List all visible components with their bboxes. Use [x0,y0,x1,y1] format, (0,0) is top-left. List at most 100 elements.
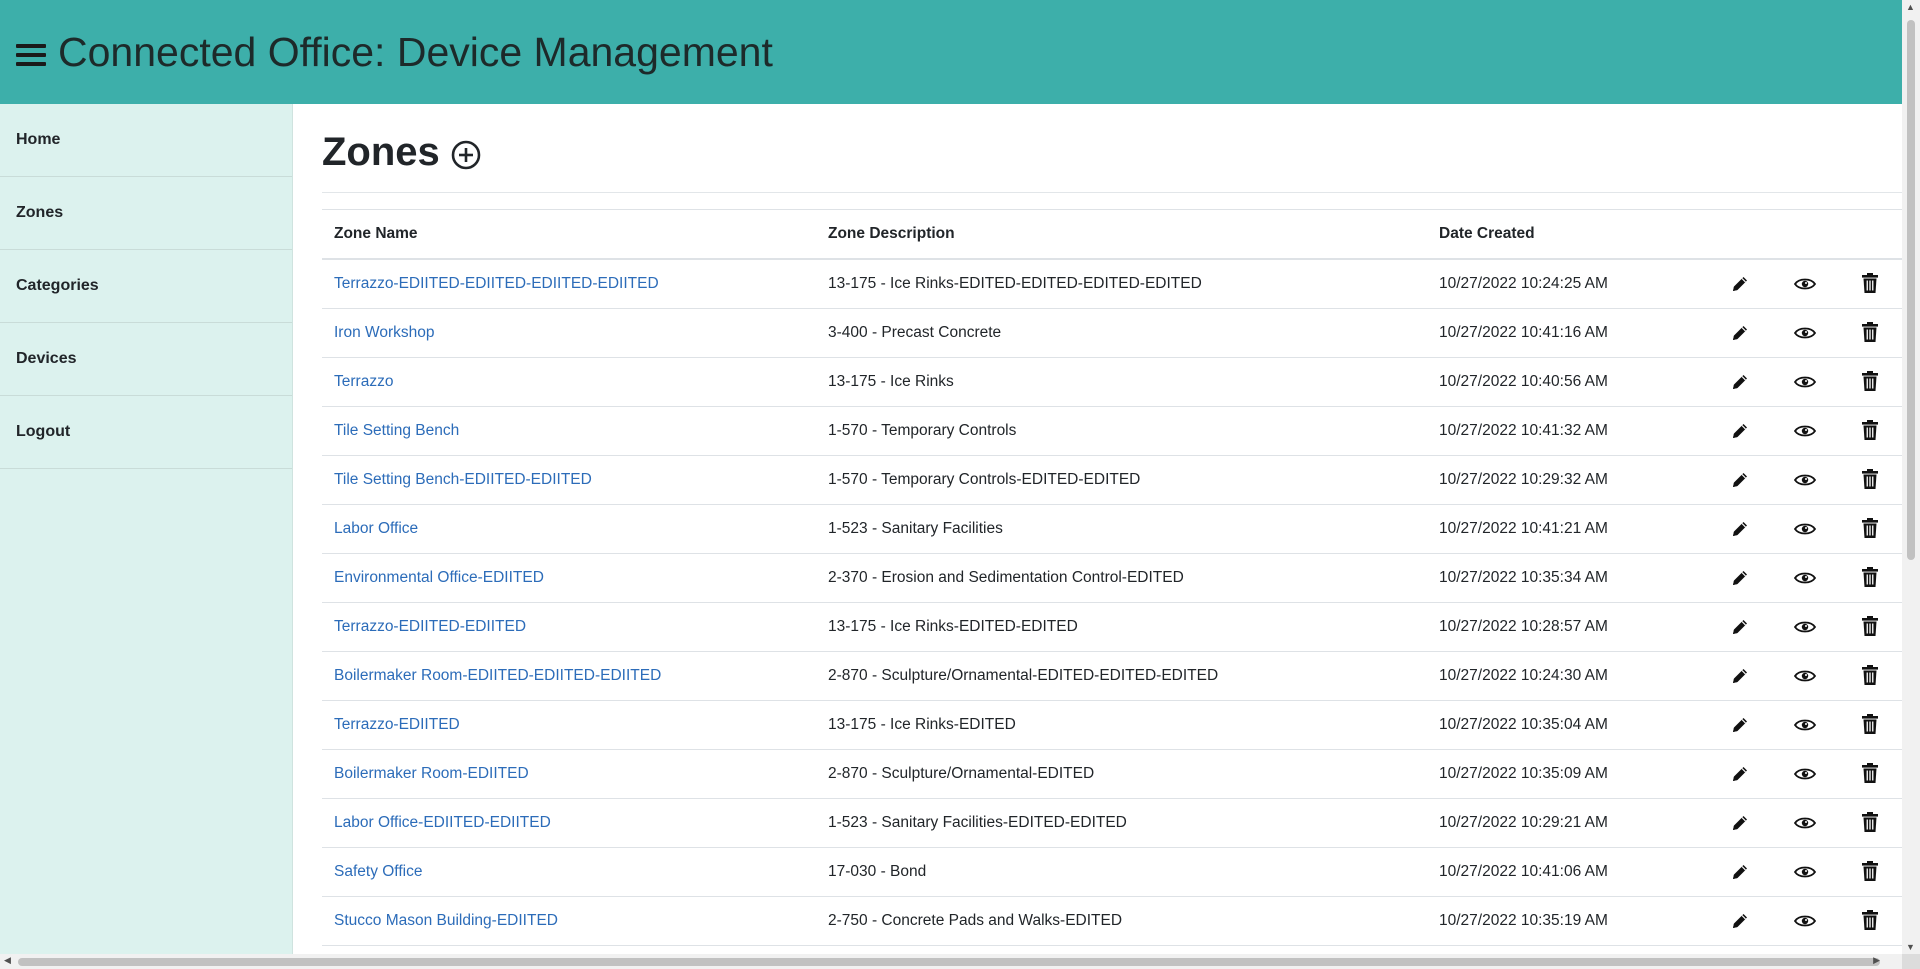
pencil-icon[interactable] [1726,466,1754,494]
zone-name-link[interactable]: Boilermaker Room-EDIITED-EDIITED-EDIITED [334,667,661,684]
eye-icon[interactable] [1791,907,1819,935]
pencil-icon[interactable] [1726,711,1754,739]
edit-button-cell [1707,553,1772,603]
eye-icon[interactable] [1791,466,1819,494]
pencil-icon[interactable] [1726,417,1754,445]
edit-button-cell [1707,798,1772,848]
edit-button-cell [1707,504,1772,554]
zone-name-cell: Safety Office [322,847,816,897]
table-row: Stucco Mason Building-EDIITED 2-750 - Con… [322,896,1902,946]
eye-icon[interactable] [1791,662,1819,690]
pencil-icon[interactable] [1726,368,1754,396]
vertical-scroll-thumb[interactable] [1907,20,1915,560]
trash-icon[interactable] [1856,465,1884,493]
sidebar-item-categories[interactable]: Categories [0,250,292,323]
trash-icon[interactable] [1856,416,1884,444]
horizontal-scrollbar[interactable]: ◀ ▶ [0,954,1902,969]
zone-name-link[interactable]: Stucco Mason Building-EDIITED [334,912,558,929]
table-row: Terrazzo-EDIITED-EDIITED-EDIITED-EDIITED… [322,259,1902,309]
zone-description-cell: 13-175 - Ice Rinks-EDITED [816,700,1427,750]
zone-name-link[interactable]: Terrazzo-EDIITED-EDIITED [334,618,526,635]
zone-name-cell: Stucco Mason Building-EDIITED [322,896,816,946]
zone-description-cell: 2-370 - Erosion and Sedimentation Contro… [816,553,1427,603]
trash-icon[interactable] [1856,367,1884,395]
zone-name-link[interactable]: Tile Setting Bench-EDIITED-EDIITED [334,471,592,488]
pencil-icon[interactable] [1726,270,1754,298]
sidebar-item-devices[interactable]: Devices [0,323,292,396]
trash-icon[interactable] [1856,710,1884,738]
zone-name-link[interactable]: Tile Setting Bench [334,422,459,439]
sidebar-item-logout[interactable]: Logout [0,396,292,469]
hamburger-menu-icon[interactable] [16,44,46,66]
zone-description-cell: 3-400 - Precast Concrete [816,308,1427,358]
view-button-cell [1772,357,1837,407]
pencil-icon[interactable] [1726,319,1754,347]
trash-icon[interactable] [1856,808,1884,836]
eye-icon[interactable] [1791,319,1819,347]
eye-icon[interactable] [1791,368,1819,396]
eye-icon[interactable] [1791,564,1819,592]
scroll-up-arrow-icon[interactable]: ▲ [1906,2,1915,12]
trash-icon[interactable] [1856,906,1884,934]
trash-icon[interactable] [1856,563,1884,591]
table-body: Terrazzo-EDIITED-EDIITED-EDIITED-EDIITED… [322,259,1902,946]
trash-icon[interactable] [1856,318,1884,346]
trash-icon[interactable] [1856,759,1884,787]
column-header-edit [1707,209,1772,260]
horizontal-scroll-thumb[interactable] [18,958,1880,966]
column-header-zone-description[interactable]: Zone Description [816,209,1427,260]
column-header-zone-name[interactable]: Zone Name [322,209,816,260]
pencil-icon[interactable] [1726,564,1754,592]
sidebar-item-home[interactable]: Home [0,104,292,177]
trash-icon[interactable] [1856,269,1884,297]
trash-icon[interactable] [1856,857,1884,885]
eye-icon[interactable] [1791,613,1819,641]
edit-button-cell [1707,749,1772,799]
pencil-icon[interactable] [1726,662,1754,690]
view-button-cell [1772,406,1837,456]
pencil-icon[interactable] [1726,515,1754,543]
zone-name-link[interactable]: Environmental Office-EDIITED [334,569,544,586]
scroll-left-arrow-icon[interactable]: ◀ [4,955,11,966]
pencil-icon[interactable] [1726,907,1754,935]
zone-name-link[interactable]: Iron Workshop [334,324,435,341]
eye-icon[interactable] [1791,809,1819,837]
divider [322,192,1902,193]
pencil-icon[interactable] [1726,613,1754,641]
zone-name-link[interactable]: Terrazzo [334,373,393,390]
sidebar-item-zones[interactable]: Zones [0,177,292,250]
trash-icon[interactable] [1856,514,1884,542]
vertical-scrollbar[interactable]: ▲ ▼ [1902,0,1920,954]
eye-icon[interactable] [1791,711,1819,739]
eye-icon[interactable] [1791,760,1819,788]
zone-name-cell: Labor Office [322,504,816,554]
app-title: Connected Office: Device Management [58,28,773,75]
date-created-cell: 10/27/2022 10:41:16 AM [1427,308,1707,358]
trash-icon[interactable] [1856,661,1884,689]
delete-button-cell [1837,700,1902,750]
delete-button-cell [1837,553,1902,603]
pencil-icon[interactable] [1726,809,1754,837]
zone-name-link[interactable]: Terrazzo-EDIITED [334,716,460,733]
date-created-cell: 10/27/2022 10:29:32 AM [1427,455,1707,505]
pencil-icon[interactable] [1726,760,1754,788]
zone-description-cell: 17-030 - Bond [816,847,1427,897]
zone-name-link[interactable]: Boilermaker Room-EDIITED [334,765,529,782]
zone-name-link[interactable]: Safety Office [334,863,422,880]
eye-icon[interactable] [1791,417,1819,445]
add-zone-plus-circle-icon[interactable] [450,139,482,171]
eye-icon[interactable] [1791,858,1819,886]
date-created-cell: 10/27/2022 10:35:34 AM [1427,553,1707,603]
scroll-down-arrow-icon[interactable]: ▼ [1906,942,1915,952]
zone-name-link[interactable]: Labor Office [334,520,418,537]
view-button-cell [1772,455,1837,505]
column-header-date-created[interactable]: Date Created [1427,209,1707,260]
scroll-right-arrow-icon[interactable]: ▶ [1873,955,1880,966]
eye-icon[interactable] [1791,270,1819,298]
zone-name-link[interactable]: Terrazzo-EDIITED-EDIITED-EDIITED-EDIITED [334,275,659,292]
zone-name-link[interactable]: Labor Office-EDIITED-EDIITED [334,814,551,831]
eye-icon[interactable] [1791,515,1819,543]
edit-button-cell [1707,308,1772,358]
trash-icon[interactable] [1856,612,1884,640]
pencil-icon[interactable] [1726,858,1754,886]
